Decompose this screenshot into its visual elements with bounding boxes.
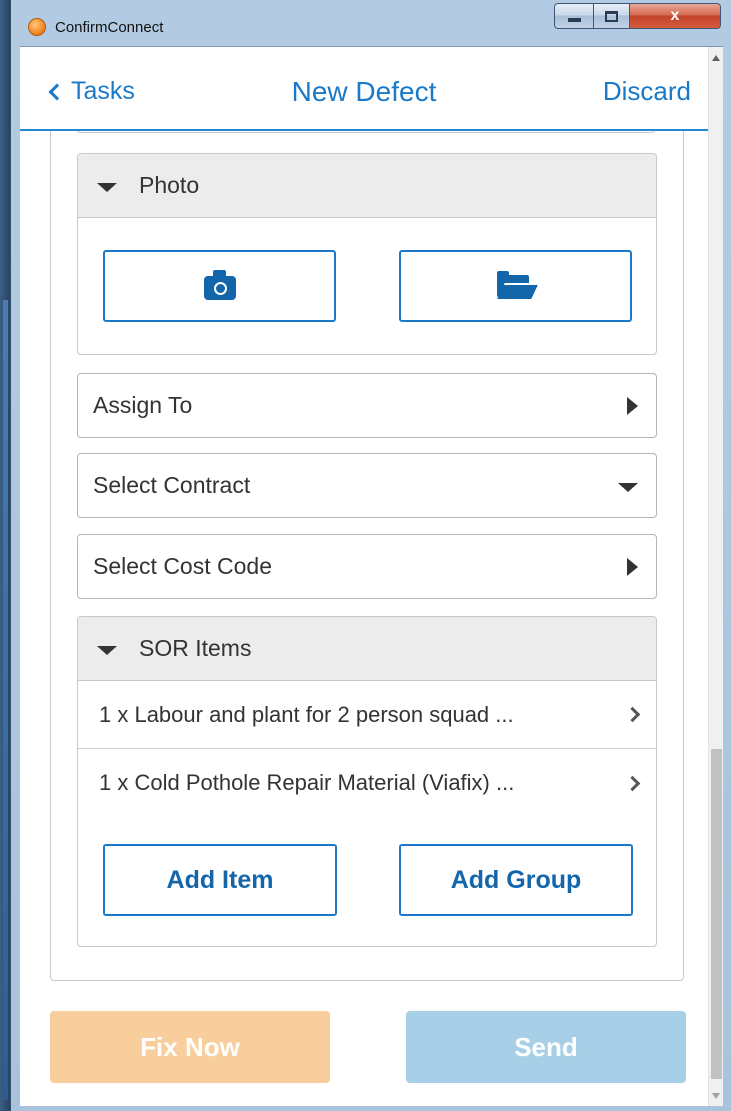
select-cost-code-field[interactable]: Select Cost Code — [77, 534, 657, 599]
folder-open-icon — [496, 271, 539, 299]
minimize-button[interactable] — [554, 3, 594, 29]
vertical-scrollbar[interactable] — [708, 47, 723, 1106]
sor-item-label: 1 x Cold Pothole Repair Material (Viafix… — [99, 770, 515, 795]
nav-header: Tasks New Defect Discard — [20, 47, 708, 131]
sor-section-header[interactable]: SOR Items — [78, 617, 656, 681]
chevron-right-icon — [624, 706, 641, 723]
form-scroll-area[interactable]: Photo Assign To Select Contract Select C… — [20, 131, 708, 1106]
chevron-right-icon — [624, 775, 641, 791]
confirm-app-icon — [28, 18, 46, 36]
back-label: Tasks — [71, 77, 135, 105]
camera-icon — [203, 270, 236, 300]
select-cost-code-label: Select Cost Code — [93, 553, 272, 579]
title-bar[interactable]: ConfirmConnect x — [11, 0, 731, 46]
maximize-button[interactable] — [593, 3, 630, 29]
sor-item-row[interactable]: 1 x Cold Pothole Repair Material (Viafix… — [78, 749, 656, 817]
window-title: ConfirmConnect — [55, 19, 164, 36]
sor-header-label: SOR Items — [139, 635, 252, 661]
back-to-tasks-button[interactable]: Tasks — [48, 77, 135, 106]
maximize-icon — [605, 10, 618, 22]
caret-down-icon — [97, 646, 117, 655]
discard-button[interactable]: Discard — [603, 76, 691, 107]
chevron-left-icon — [48, 83, 66, 101]
scroll-down-arrow-icon[interactable] — [712, 1093, 720, 1099]
close-window-button[interactable]: x — [629, 3, 721, 29]
send-button[interactable]: Send — [406, 1011, 686, 1083]
photo-section-header[interactable]: Photo — [78, 154, 656, 218]
sor-items-section: SOR Items 1 x Labour and plant for 2 per… — [77, 616, 657, 947]
sor-item-label: 1 x Labour and plant for 2 person squad … — [99, 701, 514, 727]
client-area: Tasks New Defect Discard Photo Assign To… — [20, 46, 723, 1106]
taskbar-edge — [3, 300, 8, 1100]
caret-down-icon — [618, 483, 638, 492]
close-icon: x — [670, 7, 680, 24]
scrollbar-thumb[interactable] — [711, 749, 722, 1079]
caret-right-icon — [627, 396, 638, 415]
fix-now-button[interactable]: Fix Now — [50, 1011, 330, 1083]
assign-to-field[interactable]: Assign To — [77, 373, 657, 438]
caret-down-icon — [97, 183, 117, 192]
select-contract-label: Select Contract — [93, 472, 251, 498]
minimize-icon — [567, 18, 581, 22]
select-contract-dropdown[interactable]: Select Contract — [77, 453, 657, 518]
assign-to-label: Assign To — [93, 392, 193, 418]
scroll-up-arrow-icon[interactable] — [712, 55, 720, 61]
add-group-button[interactable]: Add Group — [399, 844, 633, 916]
take-photo-button[interactable] — [103, 250, 336, 322]
photo-header-label: Photo — [139, 172, 200, 198]
photo-section: Photo — [77, 153, 657, 355]
choose-photo-button[interactable] — [399, 250, 632, 322]
add-item-button[interactable]: Add Item — [103, 844, 337, 916]
caret-right-icon — [627, 557, 638, 576]
previous-section-edge — [76, 131, 656, 133]
app-window: ConfirmConnect x Tasks New Defect Discar… — [10, 0, 731, 1111]
sor-item-row[interactable]: 1 x Labour and plant for 2 person squad … — [78, 681, 656, 749]
